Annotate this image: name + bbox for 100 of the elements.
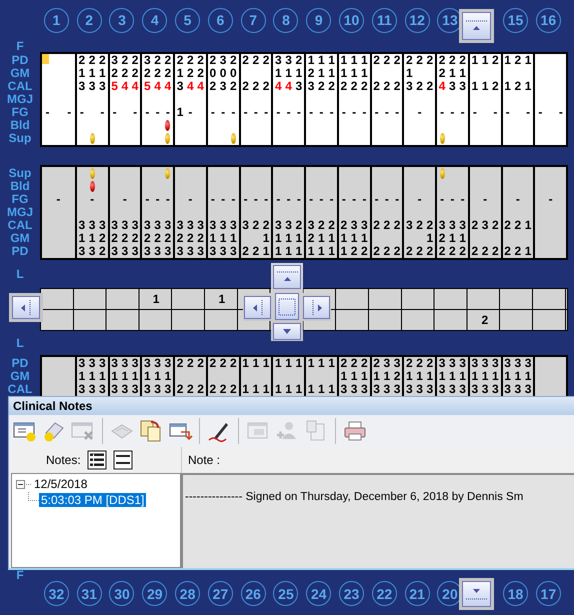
measurement-value: 1 (285, 245, 292, 258)
measurement-value: 1 (449, 67, 456, 80)
tree-item[interactable]: 12/5/2018 (32, 477, 90, 491)
measurement-value: - (352, 193, 356, 206)
tooth-number[interactable]: 1 (44, 8, 69, 32)
measurement-value: 1 (426, 232, 434, 245)
row-label: GM (10, 370, 30, 383)
tooth-number[interactable]: 27 (208, 581, 233, 606)
measurement-value: 1 (416, 370, 423, 383)
dock-bottom-button[interactable] (273, 323, 301, 340)
measurement-value: 1 (328, 232, 335, 245)
measurement-value: 1 (350, 370, 358, 383)
tooth-number[interactable]: 16 (536, 8, 561, 32)
tooth-number[interactable]: 7 (240, 8, 266, 32)
measurement-value: 3 (187, 245, 194, 258)
tooth-number[interactable]: 25 (273, 581, 298, 606)
row-label: GM (10, 232, 30, 245)
dock-top-button[interactable] (273, 265, 301, 289)
measurement-value: 1 (230, 232, 237, 245)
measurement-value: - (384, 193, 389, 206)
row-label: FG (12, 193, 28, 206)
tooth-number[interactable]: 23 (339, 581, 364, 606)
measurement-value: 3 (210, 245, 216, 258)
measurement-value: 1 (328, 357, 335, 370)
measurement-value: 3 (220, 219, 226, 232)
measurement-value: 1 (318, 357, 325, 370)
tooth-number[interactable]: 18 (503, 581, 528, 606)
measurement-value: 3 (220, 54, 226, 67)
tooth-number[interactable]: 21 (404, 581, 430, 606)
measurement-value: 3 (197, 245, 204, 258)
dock-right-button[interactable] (303, 296, 330, 319)
tooth-number[interactable]: 6 (208, 8, 233, 32)
measurement-value: 2 (426, 54, 434, 67)
measurement-value: - (254, 193, 258, 206)
measurement-value: 4 (275, 80, 282, 93)
measurement-value: 3 (350, 219, 358, 232)
tooth-number[interactable]: 17 (536, 581, 561, 606)
measurement-value: 3 (296, 80, 302, 93)
measurement-value: 1 (318, 232, 325, 245)
measurement-value: 3 (111, 383, 118, 396)
measurement-value: 3 (406, 80, 413, 93)
tooth-number[interactable]: 10 (339, 8, 364, 32)
tooth-number[interactable]: 26 (240, 581, 266, 606)
note-text-area[interactable]: --------------- Signed on Thursday, December 6, 2018 by Dennis Sm (181, 473, 574, 568)
measurement-value: 2 (449, 245, 456, 258)
measurement-value: 2 (262, 80, 270, 93)
dock-left-button[interactable] (244, 296, 271, 319)
tooth-number[interactable]: 2 (76, 8, 102, 32)
measurement-value: 2 (242, 245, 249, 258)
dock-top-button[interactable] (462, 12, 492, 40)
measurement-value: 2 (340, 80, 348, 93)
tooth-number[interactable]: 8 (273, 8, 298, 32)
measurement-value: - (286, 193, 291, 206)
notes-label: Notes: (46, 453, 81, 467)
measurement-value: 3 (230, 245, 237, 258)
measurement-value: 2 (99, 232, 106, 245)
tooth-number[interactable]: 11 (372, 8, 397, 32)
measurement-value: 2 (394, 80, 400, 93)
tooth-number[interactable]: 12 (404, 8, 430, 32)
tooth-number[interactable]: 31 (76, 581, 102, 606)
tooth-number[interactable]: 9 (306, 8, 332, 32)
list-view-icon[interactable] (112, 450, 133, 470)
collapse-icon[interactable] (16, 480, 25, 488)
measurement-value: 1 (88, 370, 96, 383)
row-label: CAL (8, 219, 32, 232)
measurement-value: 3 (164, 245, 172, 258)
measurement-value: - (330, 193, 334, 206)
measurement-value: 2 (472, 245, 478, 258)
tooth-number[interactable]: 28 (175, 581, 200, 606)
measurement-value: 3 (197, 219, 204, 232)
tooth-number[interactable]: 3 (109, 8, 134, 32)
tooth-number[interactable]: 4 (142, 8, 168, 32)
measurement-value: 2 (416, 54, 423, 67)
measurement-value: 1 (154, 370, 161, 383)
measurement-value: 2 (406, 245, 413, 258)
dock-left-button[interactable] (12, 296, 40, 319)
tooth-number[interactable]: 22 (372, 581, 397, 606)
tooth-number[interactable]: 24 (306, 581, 332, 606)
measurement-value: 3 (340, 383, 348, 396)
printer-icon[interactable] (342, 419, 368, 443)
measurement-value: 3 (438, 357, 446, 370)
tooth-number[interactable]: 15 (503, 8, 528, 32)
tooth-number[interactable]: 30 (109, 581, 134, 606)
tree-item[interactable]: 5:03:03 PM [DDS1] (39, 493, 146, 507)
measurement-value: 3 (122, 357, 128, 370)
measurement-value: 2 (361, 245, 368, 258)
measurement-value: 3 (78, 357, 86, 370)
tooth-number[interactable]: 32 (44, 581, 69, 606)
tooth-number[interactable]: 5 (175, 8, 200, 32)
measurement-value: - (418, 193, 422, 206)
detail-view-icon[interactable] (86, 450, 107, 470)
table-cell: 1 (218, 292, 226, 306)
tooth-number[interactable]: 29 (142, 581, 168, 606)
measurement-value: 4 (164, 80, 172, 93)
measurement-value: - (460, 193, 465, 206)
measurement-value: 2 (394, 370, 400, 383)
dock-center-button[interactable] (275, 293, 299, 320)
measurement-value: - (210, 193, 215, 206)
measurement-value: - (309, 106, 314, 119)
measurement-value: 2 (230, 54, 237, 67)
